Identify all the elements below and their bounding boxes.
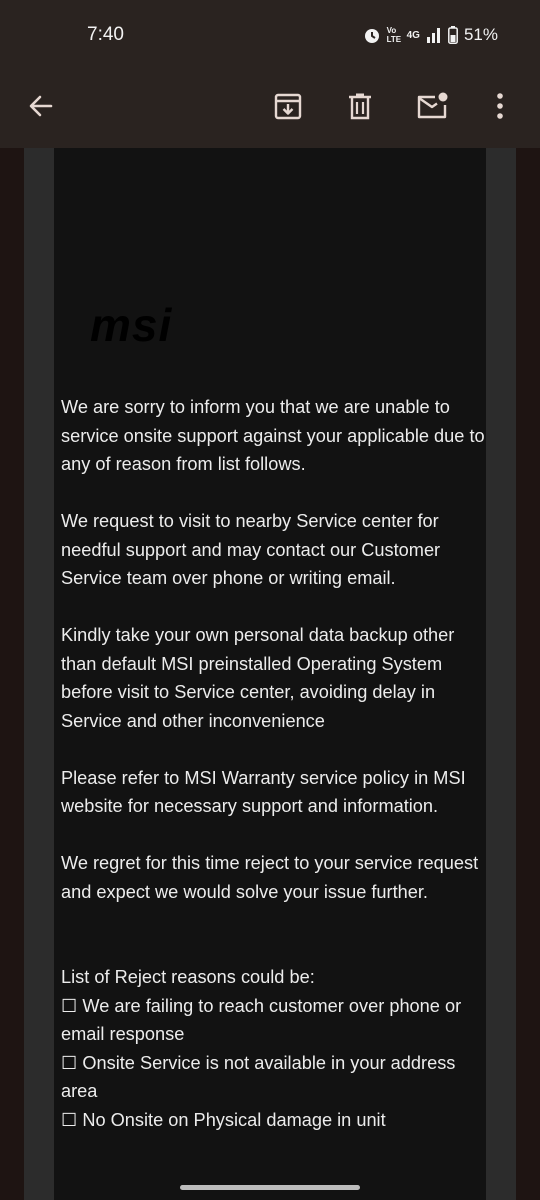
back-button[interactable] [19,84,63,128]
paragraph-3: Kindly take your own personal data backu… [61,625,455,731]
paragraph-2: We request to visit to nearby Service ce… [61,511,441,588]
reason-item: ☐ Onsite Service is not available in you… [61,1052,456,1102]
paragraph-1: We are sorry to inform you that we are u… [61,397,485,474]
volte-label: Vo LTE [386,26,402,44]
mark-unread-button[interactable] [410,84,454,128]
battery-percent: 51% [463,25,498,44]
email-body[interactable]: msi We are sorry to inform you that we a… [54,148,486,1200]
archive-icon [274,93,302,120]
paragraph-4: Please refer to MSI Warranty service pol… [61,767,466,817]
paragraph-5: We regret for this time reject to your s… [61,853,479,902]
signal-icon [426,28,440,43]
email-toolbar [0,66,540,148]
home-gesture-bar[interactable] [180,1185,360,1190]
msi-logo: msi [90,298,172,352]
trash-icon [349,93,371,120]
arrow-left-icon [29,95,53,117]
reject-reasons: List of Reject reasons could be: ☐ We ar… [61,963,486,1134]
status-icons: Vo LTE 4G 51% [363,24,498,46]
email-message: We are sorry to inform you that we are u… [61,393,486,1134]
reason-item: ☐ We are failing to reach customer over … [61,995,462,1045]
delete-button[interactable] [338,84,382,128]
reason-item: ☐ No Onsite on Physical damage in unit [61,1109,386,1130]
mail-unread-icon [417,92,448,119]
status-bar: 7:40 Vo LTE 4G 51% [0,0,540,66]
more-options-button[interactable] [478,84,522,128]
more-vertical-icon [497,93,503,119]
reasons-heading: List of Reject reasons could be: [61,967,315,987]
status-time: 7:40 [87,24,124,45]
battery-icon [448,26,458,44]
archive-button[interactable] [266,84,310,128]
network-label: 4G [406,29,420,41]
logo-text: msi [90,299,173,351]
alarm-icon [364,29,379,43]
